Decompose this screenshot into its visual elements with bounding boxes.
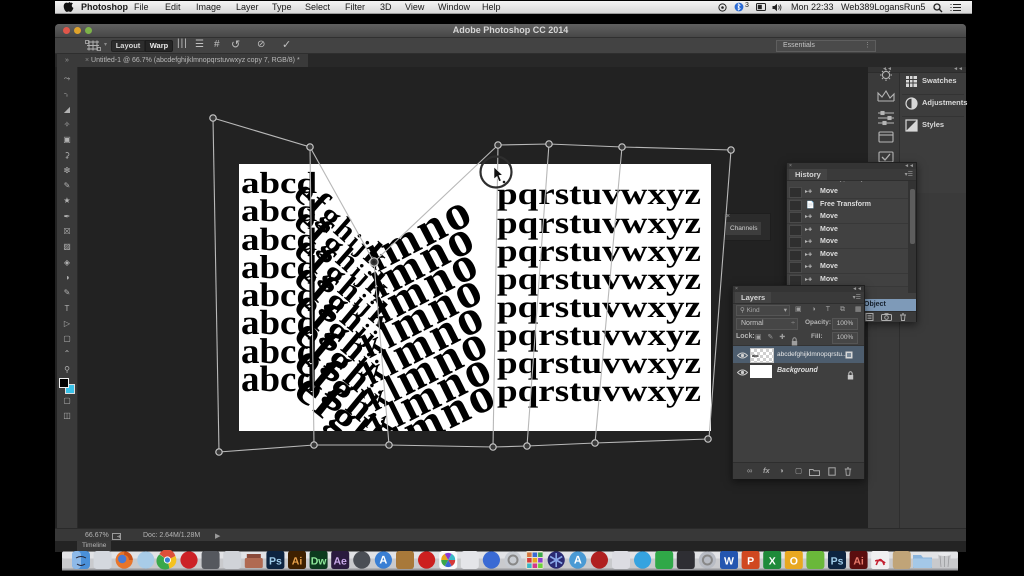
svg-text:W: W (724, 556, 734, 568)
svg-text:A: A (574, 555, 582, 567)
svg-text:A: A (379, 555, 387, 567)
svg-text:O: O (790, 556, 798, 568)
svg-text:Ps: Ps (269, 556, 282, 568)
svg-text:P: P (747, 556, 754, 568)
svg-text:Ae: Ae (333, 556, 347, 568)
svg-text:Ai: Ai (853, 556, 864, 568)
svg-text:X: X (769, 556, 776, 568)
svg-text:Ps: Ps (831, 556, 844, 568)
svg-text:Dw: Dw (311, 556, 328, 568)
svg-text:Ai: Ai (292, 556, 303, 568)
